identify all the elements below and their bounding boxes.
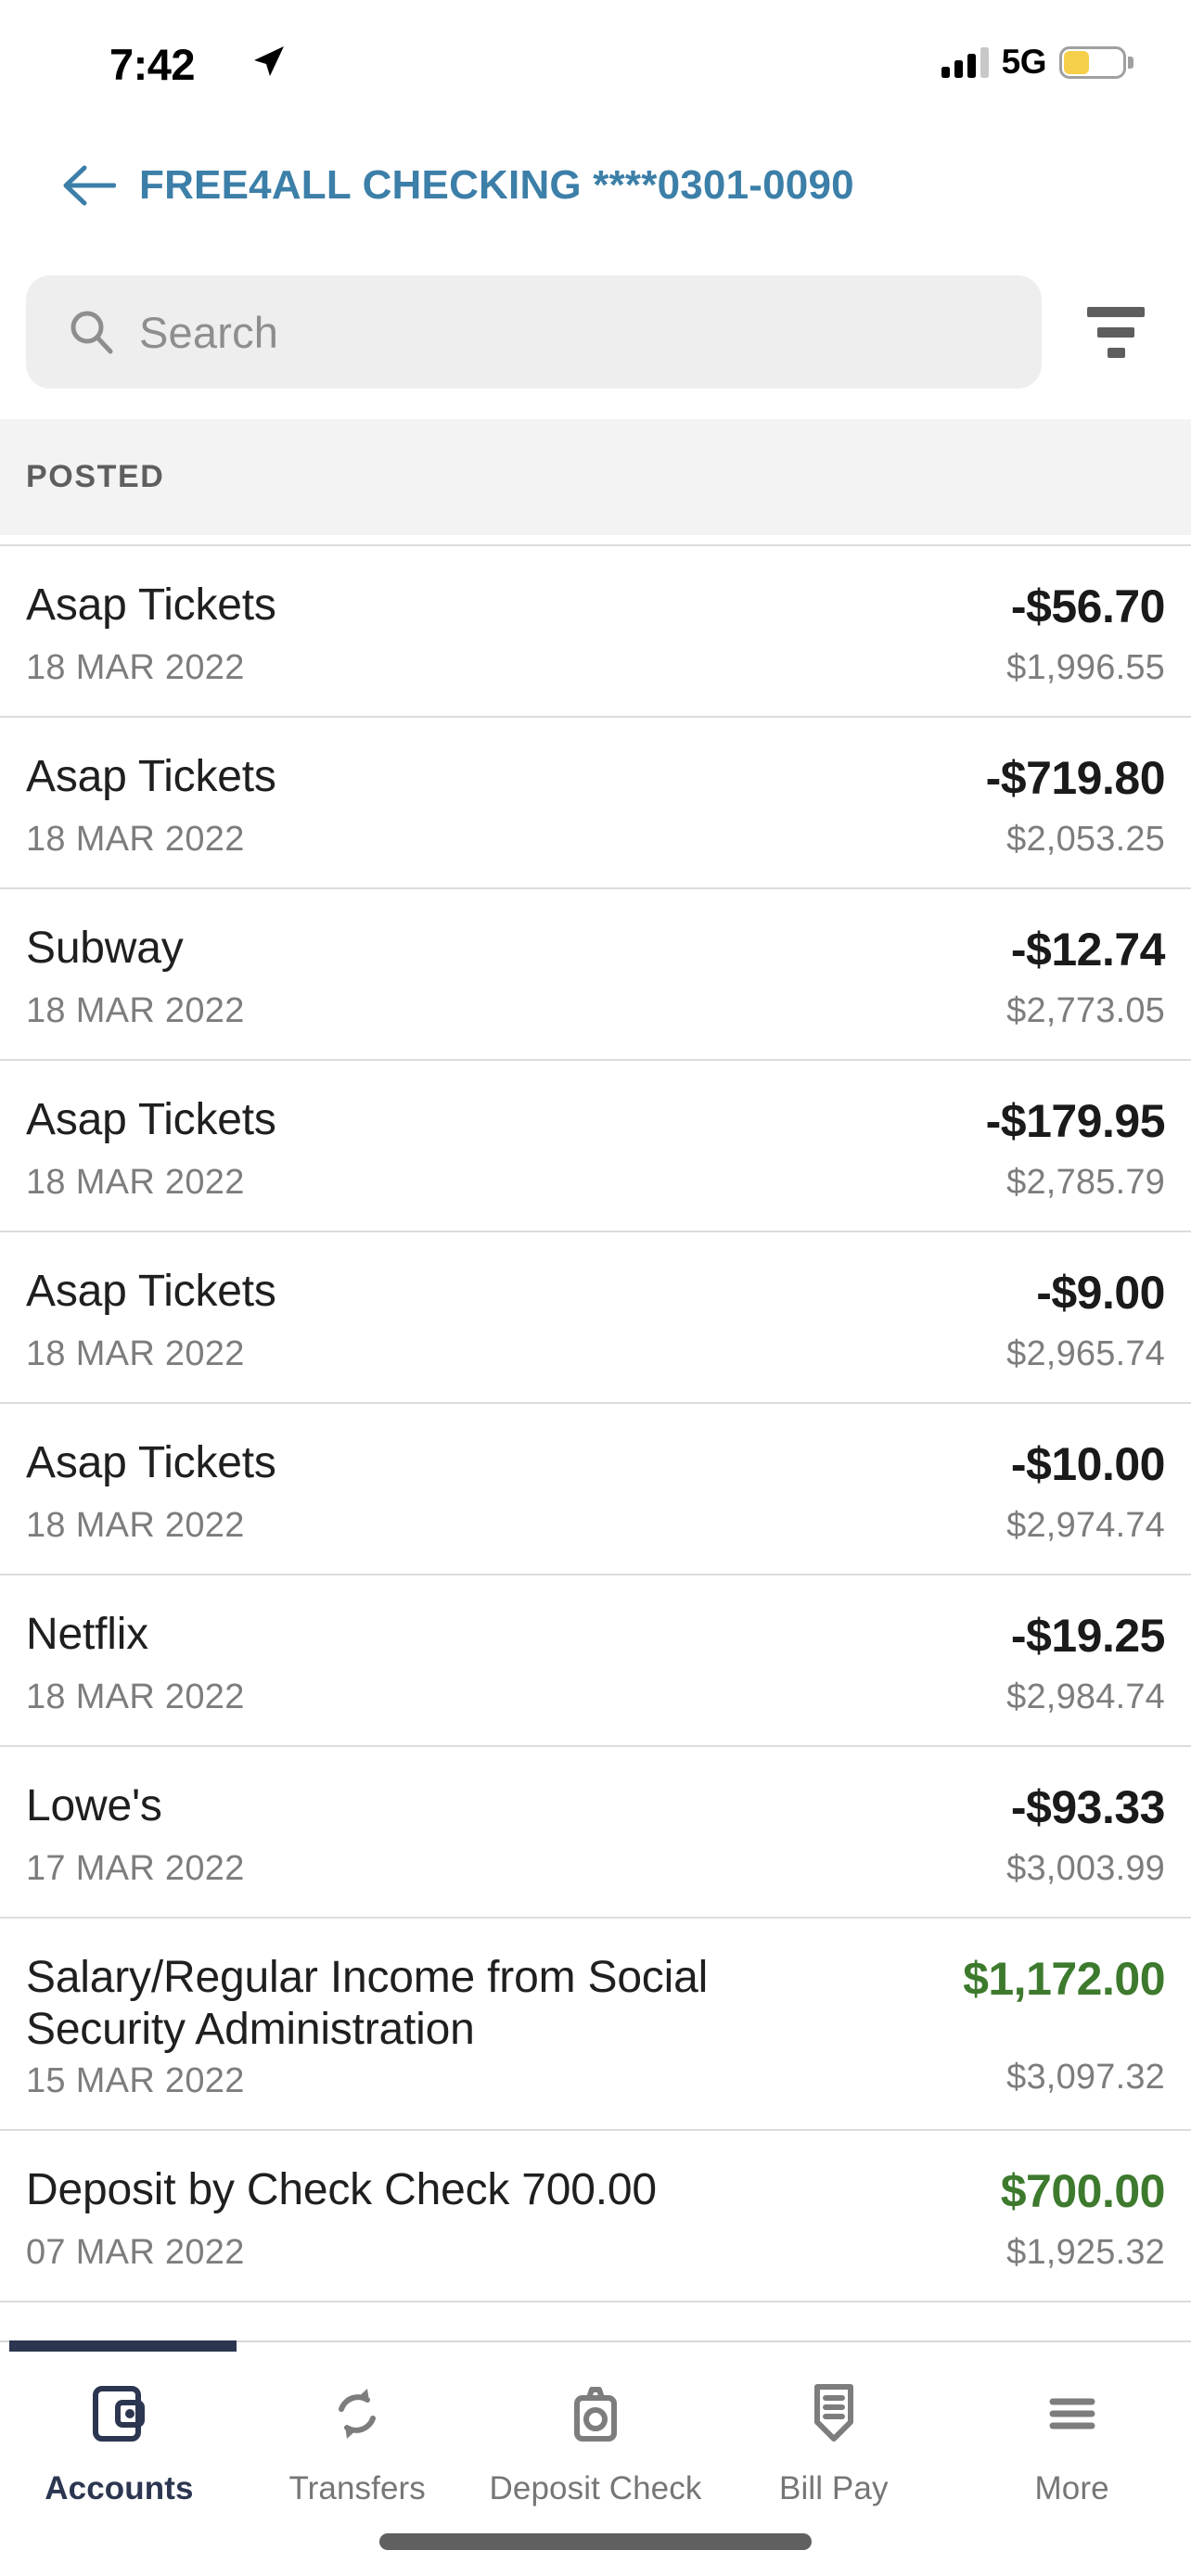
transaction-row[interactable]: Netflix -$19.25 18 MAR 2022 $2,984.74 — [0, 1575, 1191, 1747]
search-placeholder: Search — [139, 307, 279, 357]
transaction-running-balance: $1,925.32 — [1006, 2233, 1165, 2273]
tab-label-deposit-check: Deposit Check — [489, 2470, 702, 2506]
bill-envelope-icon — [800, 2378, 868, 2450]
transaction-amount: -$19.25 — [1010, 1610, 1166, 1662]
hamburger-menu-icon — [1038, 2378, 1107, 2450]
transaction-amount: -$719.80 — [985, 752, 1166, 804]
tab-label-accounts: Accounts — [45, 2470, 194, 2506]
transaction-running-balance: $2,974.74 — [1006, 1506, 1165, 1545]
transaction-date: 17 MAR 2022 — [26, 1849, 245, 1888]
transaction-running-balance: $2,053.25 — [1006, 820, 1165, 859]
back-button[interactable] — [37, 144, 139, 227]
transaction-row[interactable]: Deposit by Check Check 700.00 $700.00 07 M… — [0, 2131, 1191, 2303]
tab-bill-pay[interactable]: Bill Pay — [714, 2342, 953, 2507]
transaction-name: Asap Tickets — [26, 1438, 276, 1487]
transaction-date: 18 MAR 2022 — [26, 648, 245, 687]
transaction-row[interactable]: Subway -$12.74 18 MAR 2022 $2,773.05 — [0, 889, 1191, 1061]
page-title: FREE4ALL CHECKING ****0301-0090 — [139, 162, 854, 208]
search-icon — [70, 311, 113, 354]
transaction-row[interactable]: Asap Tickets -$9.00 18 MAR 2022 $2,965.74 — [0, 1232, 1191, 1404]
wallet-icon — [84, 2378, 153, 2450]
transaction-name: Subway — [26, 924, 184, 973]
app-screen: 7:42 5G FREE4ALL CHECKING ****0301-0090 — [0, 0, 1191, 2576]
transaction-date: 15 MAR 2022 — [26, 2061, 245, 2101]
tab-label-more: More — [1034, 2470, 1109, 2506]
transaction-amount: -$93.33 — [1010, 1781, 1166, 1833]
transaction-running-balance: $3,097.32 — [1006, 2058, 1165, 2097]
transaction-name: Asap Tickets — [26, 1095, 276, 1144]
cellular-signal-icon — [941, 46, 989, 78]
section-header-label: POSTED — [26, 459, 165, 494]
tab-label-bill-pay: Bill Pay — [779, 2470, 889, 2506]
transaction-amount: $700.00 — [1000, 2165, 1166, 2218]
tab-transfers[interactable]: Transfers — [238, 2342, 477, 2507]
transaction-date: 18 MAR 2022 — [26, 1163, 245, 1202]
search-row: Search — [0, 267, 1191, 397]
filter-icon[interactable] — [1042, 275, 1190, 389]
transaction-row[interactable]: Asap Tickets -$10.00 18 MAR 2022 $2,974.74 — [0, 1404, 1191, 1575]
status-right-cluster: 5G — [941, 43, 1133, 82]
network-type-label: 5G — [1001, 43, 1047, 81]
page-header: FREE4ALL CHECKING ****0301-0090 — [0, 130, 1191, 241]
tab-label-transfers: Transfers — [288, 2470, 426, 2506]
home-indicator — [379, 2533, 812, 2550]
transaction-amount: -$56.70 — [1010, 580, 1166, 632]
transaction-row[interactable]: Salary/Regular Income from Social Securi… — [0, 1919, 1191, 2132]
transaction-running-balance: $2,785.79 — [1006, 1163, 1165, 1202]
transaction-date: 18 MAR 2022 — [26, 991, 245, 1030]
camera-icon — [561, 2378, 630, 2450]
section-header-posted: POSTED — [0, 419, 1191, 535]
status-time: 7:42 — [109, 40, 196, 89]
transaction-running-balance: $2,773.05 — [1006, 991, 1165, 1030]
transaction-row[interactable]: Asap Tickets -$56.70 18 MAR 2022 $1,996.55 — [0, 546, 1191, 718]
transaction-amount: -$9.00 — [1036, 1267, 1165, 1319]
active-tab-indicator — [9, 2340, 237, 2352]
transaction-row[interactable]: Asap Tickets -$719.80 18 MAR 2022 $2,053.25 — [0, 718, 1191, 889]
tab-deposit-check[interactable]: Deposit Check — [477, 2342, 715, 2507]
transaction-amount: -$12.74 — [1010, 924, 1166, 976]
transaction-date: 07 MAR 2022 — [26, 2233, 245, 2273]
transaction-name: Asap Tickets — [26, 752, 276, 801]
transfer-arrows-icon — [323, 2378, 391, 2450]
search-input[interactable]: Search — [26, 275, 1042, 389]
transaction-running-balance: $2,984.74 — [1006, 1677, 1165, 1716]
transaction-date: 18 MAR 2022 — [26, 1506, 245, 1545]
transaction-name: Lowe's — [26, 1781, 162, 1830]
transaction-name: Netflix — [26, 1610, 148, 1659]
transaction-list[interactable]: Asap Tickets -$56.70 18 MAR 2022 $1,996.55 A… — [0, 535, 1191, 2340]
clipped-row-top — [0, 535, 1191, 546]
transaction-date: 18 MAR 2022 — [26, 1334, 245, 1373]
transaction-name: Salary/Regular Income from Social Securi… — [26, 1953, 709, 2055]
transaction-running-balance: $3,003.99 — [1006, 1849, 1165, 1888]
tab-accounts[interactable]: Accounts — [0, 2342, 238, 2507]
transaction-date: 18 MAR 2022 — [26, 820, 245, 859]
location-arrow-icon — [249, 43, 288, 82]
tab-more[interactable]: More — [953, 2342, 1191, 2507]
battery-low-power-icon — [1059, 45, 1133, 79]
status-bar: 7:42 5G — [0, 0, 1191, 100]
transaction-row[interactable]: Asap Tickets -$179.95 18 MAR 2022 $2,785.79 — [0, 1061, 1191, 1232]
transaction-name: Asap Tickets — [26, 1267, 276, 1316]
transaction-amount: $1,172.00 — [963, 1953, 1165, 2005]
transaction-running-balance: $1,996.55 — [1006, 648, 1165, 687]
transaction-running-balance: $2,965.74 — [1006, 1334, 1165, 1373]
transaction-date: 18 MAR 2022 — [26, 1677, 245, 1716]
transaction-amount: -$10.00 — [1010, 1438, 1166, 1490]
transaction-name: Deposit by Check Check 700.00 — [26, 2165, 657, 2215]
transaction-amount: -$179.95 — [985, 1095, 1166, 1147]
transaction-row[interactable]: Lowe's -$93.33 17 MAR 2022 $3,003.99 — [0, 1747, 1191, 1919]
transaction-name: Asap Tickets — [26, 580, 276, 630]
back-arrow-icon — [63, 165, 116, 206]
